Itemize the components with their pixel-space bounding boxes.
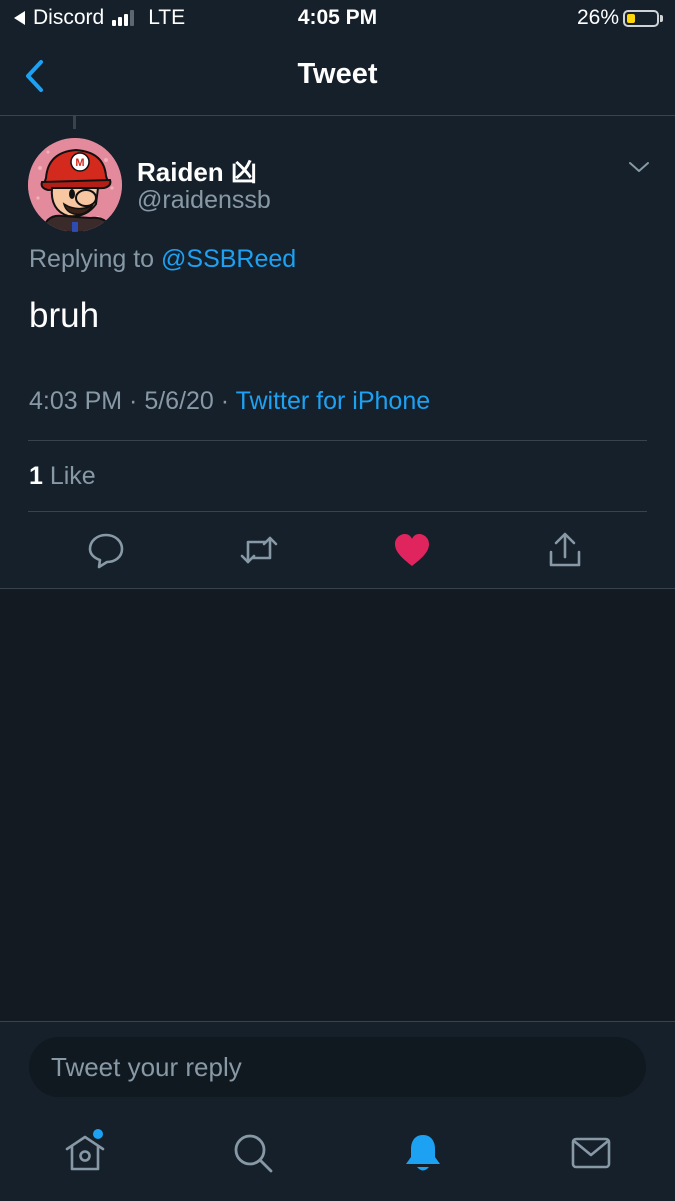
empty-area xyxy=(0,589,675,1021)
divider xyxy=(28,511,647,512)
divider xyxy=(28,440,647,441)
tab-notifications[interactable] xyxy=(402,1132,444,1174)
tweet-timestamp: 4:03 PM · 5/6/20 · xyxy=(29,387,236,415)
reply-input[interactable] xyxy=(29,1037,646,1097)
tab-messages[interactable] xyxy=(570,1132,612,1174)
replying-to: Replying to @SSBReed xyxy=(29,245,296,274)
status-time: 4:05 PM xyxy=(297,6,378,29)
search-icon xyxy=(234,1134,273,1173)
status-bar: Discord LTE 4:05 PM 26% xyxy=(0,0,675,38)
like-button[interactable] xyxy=(392,530,432,570)
share-icon xyxy=(549,532,581,567)
heart-icon xyxy=(395,534,429,566)
tweet-bottom-divider xyxy=(0,588,675,589)
share-button[interactable] xyxy=(545,530,585,570)
battery-percent: 26% xyxy=(576,6,619,29)
retweet-icon xyxy=(240,536,278,564)
avatar[interactable]: M xyxy=(28,138,122,232)
user-handle[interactable]: @raidenssb xyxy=(137,186,271,215)
nav-bar: Tweet xyxy=(0,38,675,116)
speech-bubble-icon xyxy=(88,533,124,569)
battery-fill xyxy=(627,13,636,23)
tweet-menu-button[interactable] xyxy=(627,156,651,178)
display-name[interactable]: Raiden 凶 xyxy=(137,152,257,189)
new-content-dot xyxy=(93,1129,103,1139)
like-count-number: 1 xyxy=(29,462,43,490)
envelope-icon xyxy=(571,1137,611,1169)
page-title: Tweet xyxy=(297,58,378,90)
bell-icon xyxy=(406,1135,440,1171)
mention-link[interactable]: @SSBReed xyxy=(161,245,296,273)
likes-count[interactable]: 1 Like xyxy=(29,462,96,491)
battery-nub xyxy=(660,14,663,22)
thread-connector xyxy=(73,115,76,129)
reply-button[interactable] xyxy=(86,530,126,570)
battery-icon xyxy=(623,9,659,27)
tab-search[interactable] xyxy=(232,1132,274,1174)
like-count-label: Like xyxy=(42,462,96,490)
retweet-button[interactable] xyxy=(239,530,279,570)
replying-prefix: Replying to xyxy=(29,245,162,273)
battery-status: 26% xyxy=(577,6,663,30)
reply-bar xyxy=(0,1021,675,1201)
tweet-text: bruh xyxy=(29,296,100,335)
avatar-image: M xyxy=(28,138,122,232)
chevron-down-icon xyxy=(629,162,649,172)
tweet-meta: 4:03 PM · 5/6/20 · Twitter for iPhone xyxy=(29,387,430,416)
tweet-source-link[interactable]: Twitter for iPhone xyxy=(236,387,431,415)
svg-text:M: M xyxy=(75,157,84,169)
